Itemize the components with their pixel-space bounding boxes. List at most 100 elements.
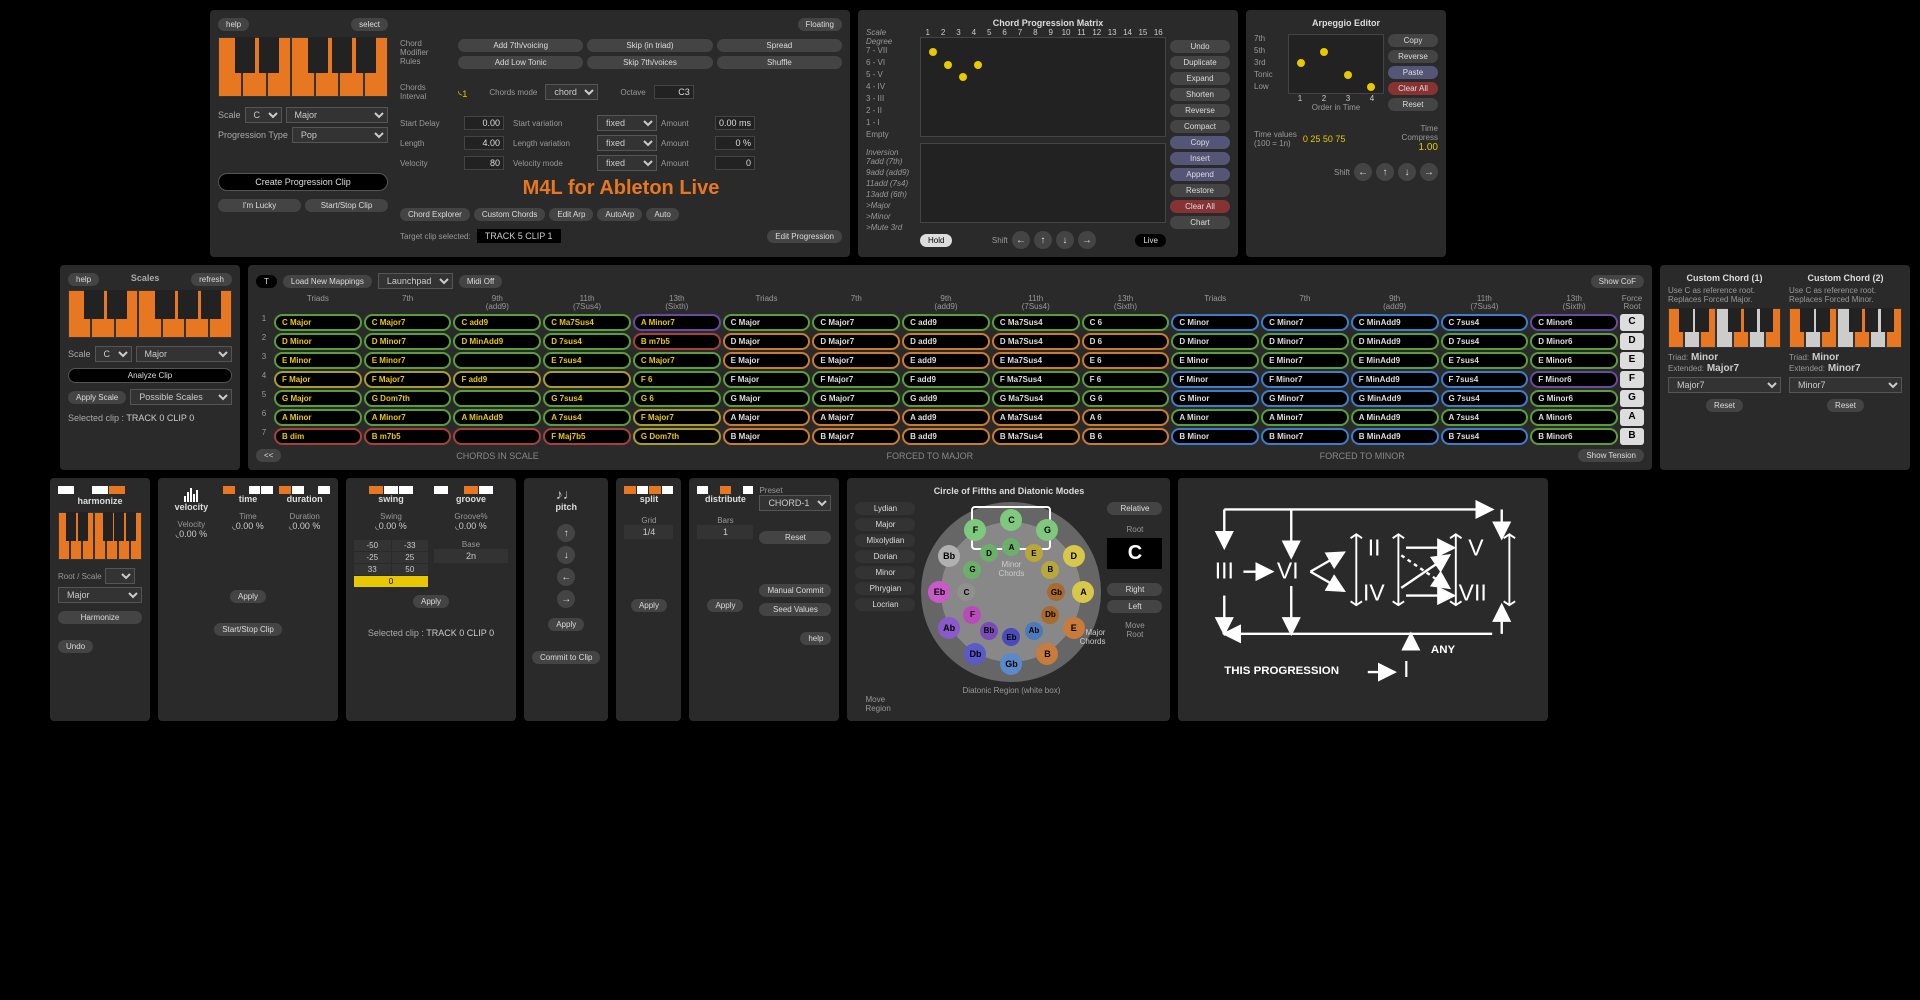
chord-cell[interactable]: D 6 — [1082, 333, 1170, 350]
matrix-dot[interactable] — [973, 59, 984, 70]
device-select[interactable]: Launchpad — [378, 273, 453, 289]
mode-major-button[interactable]: Major — [855, 518, 915, 531]
chord-cell[interactable]: C add9 — [453, 314, 541, 331]
duplicate-button[interactable]: Duplicate — [1170, 56, 1230, 69]
refresh-button[interactable]: refresh — [191, 273, 232, 286]
distribute-apply-button[interactable]: Apply — [707, 599, 743, 612]
matrix-dot[interactable] — [957, 71, 968, 82]
arp-shift-left-icon[interactable]: ← — [1354, 163, 1372, 181]
chord-cell[interactable]: E 7sus4 — [543, 352, 631, 369]
cof-right-button[interactable]: Right — [1107, 583, 1162, 596]
chord-cell[interactable]: D Minor — [1171, 333, 1259, 350]
chord-cell[interactable]: E Minor — [1171, 352, 1259, 369]
chord-cell[interactable]: C Major — [274, 314, 362, 331]
chord-cell[interactable]: D Ma7Sus4 — [992, 333, 1080, 350]
chord-cell[interactable]: E Minor6 — [1530, 352, 1618, 369]
harmonize-root-select[interactable]: C — [105, 568, 135, 584]
force-root-button[interactable]: C — [1620, 314, 1644, 331]
chord-cell[interactable]: F add9 — [453, 371, 541, 388]
velocity-mode-select[interactable]: fixed — [597, 155, 657, 171]
start-variation-select[interactable]: fixed — [597, 115, 657, 131]
force-root-button[interactable]: D — [1620, 333, 1644, 350]
chord-cell[interactable]: F Major — [274, 371, 362, 388]
matrix-dot[interactable] — [927, 47, 938, 58]
chord-cell[interactable]: F Major7 — [812, 371, 900, 388]
chord-cell[interactable]: B 7sus4 — [1441, 428, 1529, 445]
start-stop-clip-button[interactable]: Start/Stop Clip — [305, 199, 388, 212]
matrix-dot[interactable] — [942, 59, 953, 70]
chord-cell[interactable]: D Major7 — [812, 333, 900, 350]
custom-chord-select[interactable]: Minor7 — [1789, 377, 1902, 393]
chord-explorer-button[interactable]: Chord Explorer — [400, 208, 470, 221]
swing-apply-button[interactable]: Apply — [413, 595, 449, 608]
chords-interval-knob[interactable]: ◟1 — [458, 84, 467, 99]
chord-cell[interactable]: E add9 — [902, 352, 990, 369]
im-lucky-button[interactable]: I'm Lucky — [218, 199, 301, 212]
shift-left-icon[interactable]: ← — [1012, 231, 1030, 249]
arp-reset-button[interactable]: Reset — [1388, 98, 1438, 111]
arp-dot[interactable] — [1342, 69, 1353, 80]
scale-type-select[interactable]: Major — [286, 107, 388, 123]
chord-cell[interactable]: G Major — [274, 390, 362, 407]
floating-button[interactable]: Floating — [798, 18, 842, 31]
swing-grid-cell[interactable]: 33 — [354, 564, 391, 575]
chord-cell[interactable]: A add9 — [902, 409, 990, 426]
add-7th-button[interactable]: Add 7th/voicing — [458, 39, 583, 52]
create-progression-clip-button[interactable]: Create Progression Clip — [218, 173, 388, 191]
chord-cell[interactable]: A 6 — [1082, 409, 1170, 426]
time-knob[interactable]: ◟0.00 % — [223, 521, 274, 532]
chord-cell[interactable]: D Minor7 — [364, 333, 452, 350]
chord-cell[interactable] — [453, 390, 541, 407]
amount2-input[interactable] — [715, 136, 755, 150]
seed-values-button[interactable]: Seed Values — [759, 603, 831, 616]
chord-cell[interactable]: A Minor7 — [364, 409, 452, 426]
chord-cell[interactable]: B Major — [723, 428, 811, 445]
arp-dot[interactable] — [1295, 58, 1306, 69]
octave-input[interactable] — [654, 85, 694, 99]
cof-inner-note[interactable]: G — [963, 561, 981, 579]
swing-knob[interactable]: ◟0.00 % — [354, 521, 428, 532]
force-root-button[interactable]: A — [1620, 409, 1644, 426]
prev-page-button[interactable]: << — [256, 449, 281, 462]
mode-phrygian-button[interactable]: Phrygian — [855, 582, 915, 595]
harmonize-scale-select[interactable]: Major — [58, 587, 142, 603]
cof-inner-note[interactable]: A — [1002, 538, 1020, 556]
chord-cell[interactable]: B m7b5 — [364, 428, 452, 445]
chord-cell[interactable]: D MinAdd9 — [453, 333, 541, 350]
cof-outer-note[interactable]: Ab — [938, 617, 960, 639]
copy-button[interactable]: Copy — [1170, 136, 1230, 149]
scales-type-select[interactable]: Major — [136, 346, 232, 362]
cof-inner-note[interactable]: B — [1041, 561, 1059, 579]
chord-cell[interactable]: C 6 — [1082, 314, 1170, 331]
cof-outer-note[interactable]: E — [1063, 617, 1085, 639]
cof-outer-note[interactable]: G — [1036, 519, 1058, 541]
time-values[interactable]: 0 25 50 75 — [1303, 134, 1346, 144]
chord-cell[interactable]: G Dom7th — [364, 390, 452, 407]
chord-cell[interactable]: E Major7 — [812, 352, 900, 369]
velocity-knob[interactable]: ◟0.00 % — [166, 529, 217, 540]
chord-cell[interactable]: B m7b5 — [633, 333, 721, 350]
cof-outer-note[interactable]: Gb — [1000, 653, 1022, 675]
custom-chords-button[interactable]: Custom Chords — [474, 208, 546, 221]
chord-cell[interactable]: A Ma7Sus4 — [992, 409, 1080, 426]
midi-off-button[interactable]: Midi Off — [459, 275, 502, 288]
reverse-button[interactable]: Reverse — [1170, 104, 1230, 117]
chord-cell[interactable]: C Major7 — [633, 352, 721, 369]
chord-cell[interactable]: E MinAdd9 — [1351, 352, 1439, 369]
chord-cell[interactable]: C MinAdd9 — [1351, 314, 1439, 331]
chord-cell[interactable]: F 6 — [633, 371, 721, 388]
chord-cell[interactable]: F Major — [723, 371, 811, 388]
chord-cell[interactable]: E Major — [723, 352, 811, 369]
groove-knob[interactable]: ◟0.00 % — [434, 521, 508, 532]
scale-root-select[interactable]: C — [245, 107, 282, 123]
swing-grid-cell[interactable]: 0 — [354, 576, 428, 587]
cof-outer-note[interactable]: D — [1063, 545, 1085, 567]
chord-cell[interactable]: A MinAdd9 — [453, 409, 541, 426]
grid-value[interactable]: 1/4 — [624, 525, 673, 539]
arp-shift-right-icon[interactable]: → — [1420, 163, 1438, 181]
chord-cell[interactable]: F Maj7b5 — [543, 428, 631, 445]
split-apply-button[interactable]: Apply — [631, 599, 667, 612]
relative-button[interactable]: Relative — [1107, 502, 1162, 515]
circle-of-fifths[interactable]: Minor Chords Major Chords CGDAEBGbDbAbEb… — [921, 502, 1101, 682]
arp-dot[interactable] — [1319, 46, 1330, 57]
